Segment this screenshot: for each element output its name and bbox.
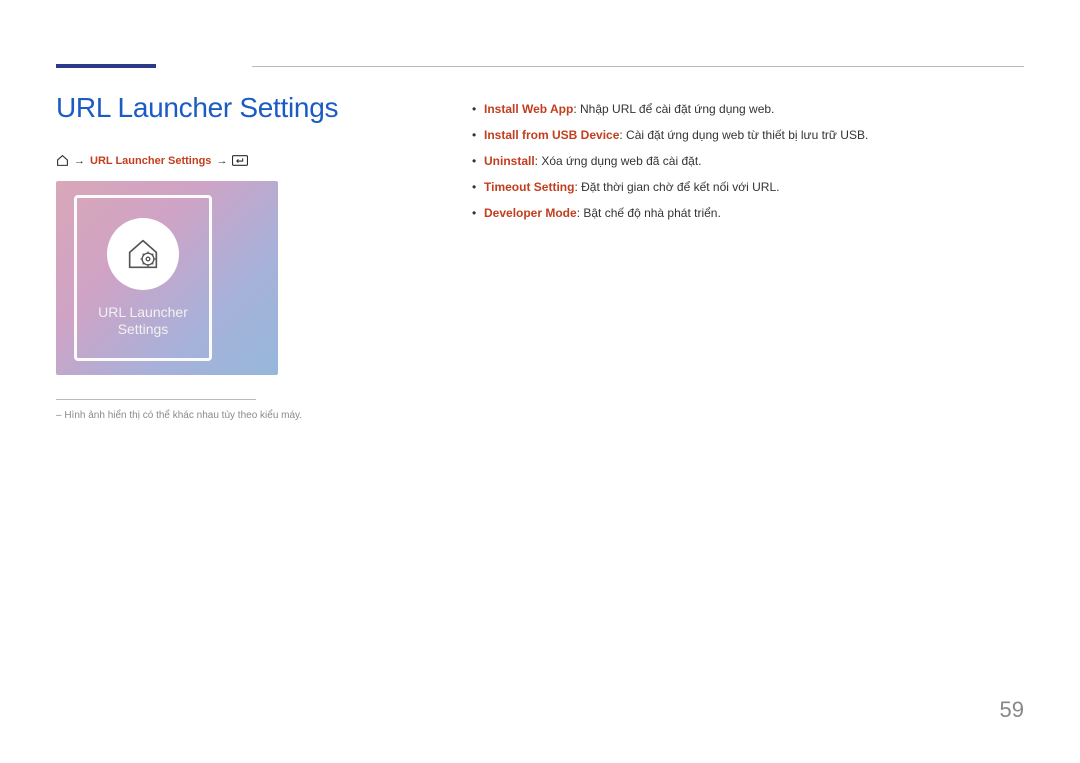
feature-list: Install Web App: Nhập URL để cài đặt ứng… (470, 100, 1024, 222)
accent-bar (56, 64, 156, 68)
feature-name: Install Web App (484, 102, 573, 116)
feature-name: Install from USB Device (484, 128, 619, 142)
arrow-icon: → (74, 155, 85, 167)
enter-icon (232, 155, 248, 166)
settings-thumbnail: URL Launcher Settings (56, 181, 278, 375)
feature-name: Developer Mode (484, 206, 577, 220)
feature-desc: : Cài đặt ứng dụng web từ thiết bị lưu t… (619, 128, 868, 142)
feature-desc: : Nhập URL để cài đặt ứng dụng web. (573, 102, 774, 116)
list-item: Uninstall: Xóa ứng dụng web đã cài đặt. (470, 152, 1024, 170)
arrow-icon: → (216, 155, 227, 167)
feature-desc: : Xóa ứng dụng web đã cài đặt. (535, 154, 702, 168)
feature-name: Uninstall (484, 154, 535, 168)
home-icon (56, 154, 69, 167)
left-column: URL Launcher Settings → URL Launcher Set… (56, 92, 436, 421)
thumb-caption: URL Launcher Settings (98, 304, 188, 339)
note-text: – Hình ảnh hiển thị có thể khác nhau tùy… (56, 410, 436, 421)
breadcrumb: → URL Launcher Settings → (56, 154, 436, 167)
list-item: Install from USB Device: Cài đặt ứng dụn… (470, 126, 1024, 144)
thumb-caption-line2: Settings (118, 321, 169, 337)
list-item: Developer Mode: Bật chế độ nhà phát triể… (470, 204, 1024, 222)
feature-desc: : Bật chế độ nhà phát triển. (577, 206, 721, 220)
breadcrumb-link: URL Launcher Settings (90, 155, 211, 167)
page-number: 59 (1000, 697, 1024, 723)
right-column: Install Web App: Nhập URL để cài đặt ứng… (470, 100, 1024, 230)
thumb-tile: URL Launcher Settings (74, 195, 212, 361)
thumb-circle (107, 218, 179, 290)
top-rule (252, 66, 1024, 67)
page-title: URL Launcher Settings (56, 92, 436, 124)
feature-desc: : Đặt thời gian chờ để kết nối với URL. (574, 180, 779, 194)
list-item: Install Web App: Nhập URL để cài đặt ứng… (470, 100, 1024, 118)
feature-name: Timeout Setting (484, 180, 574, 194)
list-item: Timeout Setting: Đặt thời gian chờ để kế… (470, 178, 1024, 196)
thumb-caption-line1: URL Launcher (98, 304, 188, 320)
house-gear-icon (123, 234, 163, 274)
note-divider (56, 399, 256, 400)
